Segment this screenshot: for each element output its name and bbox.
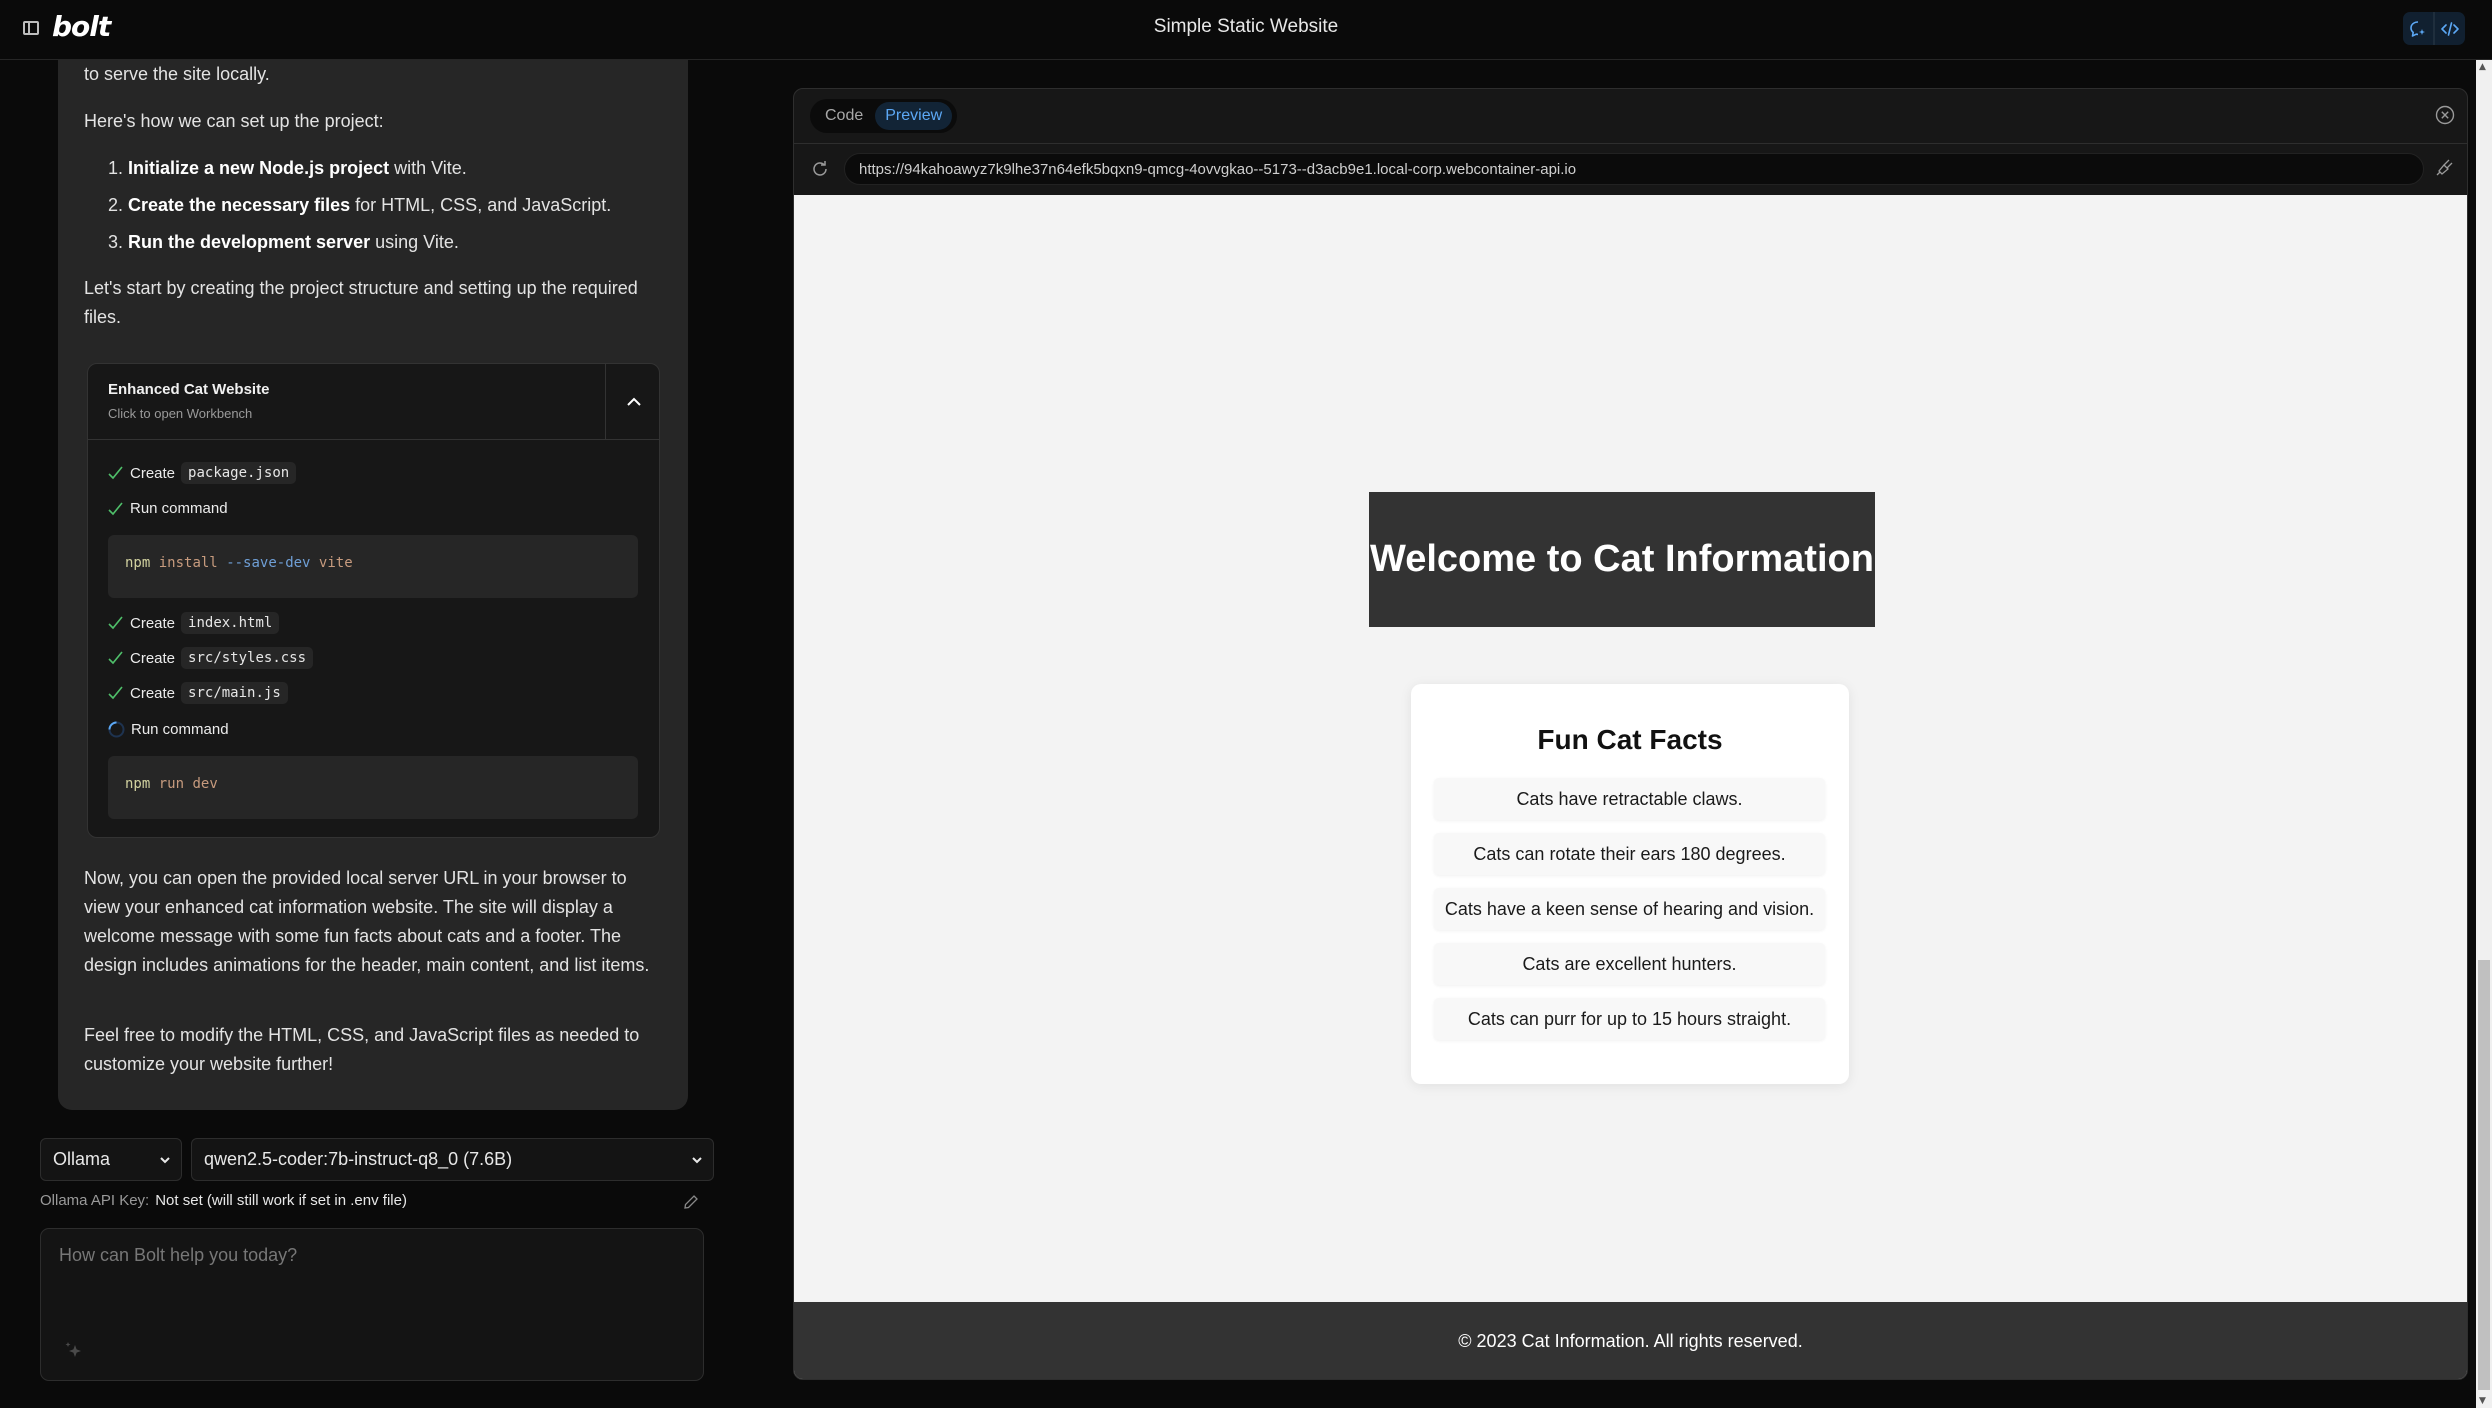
- command-block: npm install --save-dev vite: [108, 535, 638, 598]
- action-item: Create package.json: [108, 462, 297, 484]
- collapse-actions-button[interactable]: [605, 364, 659, 440]
- tab-preview[interactable]: Preview: [875, 102, 953, 130]
- message-paragraph: Feel free to modify the HTML, CSS, and J…: [84, 1025, 640, 1074]
- scroll-up-arrow[interactable]: ▲: [2479, 62, 2486, 72]
- model-select[interactable]: qwen2.5-coder:7b-instruct-q8_0 (7.6B): [191, 1138, 714, 1181]
- preview-frame: Welcome to Cat Information Fun Cat Facts…: [794, 195, 2467, 1379]
- message-paragraph: Now, you can open the provided local ser…: [84, 868, 650, 975]
- workbench-panel: Code Preview Welcome to Cat Information …: [793, 88, 2468, 1380]
- url-input[interactable]: [844, 153, 2424, 185]
- close-circle-icon: [2435, 105, 2455, 125]
- prompt-box: [40, 1228, 704, 1381]
- step-item: 2. Create the necessary files for HTML, …: [108, 195, 612, 215]
- api-key-value: Not set (will still work if set in .env …: [155, 1192, 407, 1209]
- fact-item: Cats can rotate their ears 180 degrees.: [1434, 833, 1825, 875]
- chat-view-button[interactable]: [2403, 12, 2433, 45]
- fact-item: Cats can purr for up to 15 hours straigh…: [1434, 998, 1825, 1040]
- check-icon: [108, 686, 123, 700]
- provider-select[interactable]: Ollama: [40, 1138, 182, 1181]
- spinner-icon: [108, 721, 125, 738]
- command-block: npm run dev: [108, 756, 638, 819]
- steps-list: 1. Initialize a new Node.js project with…: [108, 158, 611, 269]
- prompt-input[interactable]: [41, 1229, 703, 1339]
- facts-title: Fun Cat Facts: [1537, 724, 1723, 755]
- enhance-prompt-button[interactable]: [63, 1339, 85, 1365]
- code-view-button[interactable]: [2433, 12, 2465, 45]
- reload-icon: [813, 161, 827, 176]
- plug-icon: [2436, 159, 2453, 176]
- artifact-subtitle: Click to open Workbench: [108, 406, 253, 421]
- view-toggle: [2403, 12, 2465, 45]
- check-icon: [108, 501, 123, 515]
- api-key-status: Ollama API Key: Not set (will still work …: [40, 1192, 407, 1209]
- facts-card: Fun Cat Facts Cats have retractable claw…: [1411, 684, 1849, 1084]
- action-item: Create src/main.js: [108, 682, 288, 704]
- action-item: Create index.html: [108, 612, 280, 634]
- workbench-tabs: Code Preview: [794, 89, 2467, 144]
- action-item: Run command: [108, 500, 228, 517]
- fact-item: Cats have a keen sense of hearing and vi…: [1434, 888, 1825, 930]
- message-paragraph: Let's start by creating the project stru…: [84, 278, 638, 327]
- message-paragraph: Here's how we can set up the project:: [84, 111, 384, 131]
- artifact-card: Enhanced Cat Website Click to open Workb…: [87, 363, 660, 838]
- file-path: package.json: [181, 462, 297, 484]
- chevron-down-icon: [692, 1157, 702, 1164]
- port-connection-button[interactable]: [2435, 157, 2455, 181]
- code-brackets-icon: [2441, 21, 2459, 36]
- page-scrollbar[interactable]: ▲ ▼: [2476, 60, 2492, 1408]
- close-workbench-button[interactable]: [2435, 105, 2455, 129]
- artifact-title: Enhanced Cat Website: [108, 381, 270, 398]
- file-path: src/styles.css: [181, 647, 314, 669]
- message-paragraph: to serve the site locally.: [84, 64, 270, 84]
- address-bar: [794, 143, 2467, 196]
- fact-item: Cats have retractable claws.: [1434, 778, 1825, 820]
- scroll-down-arrow[interactable]: ▼: [2479, 1396, 2486, 1406]
- step-item: 1. Initialize a new Node.js project with…: [108, 158, 467, 178]
- tab-code[interactable]: Code: [815, 102, 873, 130]
- api-key-label: Ollama API Key:: [40, 1192, 150, 1209]
- top-bar: bolt Simple Static Website: [0, 0, 2492, 60]
- action-item: Create src/styles.css: [108, 647, 314, 669]
- check-icon: [108, 616, 123, 630]
- file-path: src/main.js: [181, 682, 288, 704]
- edit-api-key-button[interactable]: [683, 1194, 699, 1214]
- check-icon: [108, 466, 123, 480]
- check-icon: [108, 651, 123, 665]
- pencil-icon: [684, 1195, 698, 1209]
- step-item: 3. Run the development server using Vite…: [108, 232, 459, 252]
- chevron-down-icon: [160, 1157, 170, 1164]
- scrollbar-thumb[interactable]: [2478, 960, 2490, 1390]
- action-item: Run command: [108, 721, 229, 738]
- project-title: Simple Static Website: [1153, 16, 1339, 37]
- site-footer: © 2023 Cat Information. All rights reser…: [794, 1302, 2467, 1379]
- file-path: index.html: [181, 612, 280, 634]
- reload-button[interactable]: [810, 159, 830, 183]
- chevron-up-icon: [627, 397, 641, 406]
- open-workbench-button[interactable]: Enhanced Cat Website Click to open Workb…: [88, 364, 606, 440]
- site-header: Welcome to Cat Information: [1369, 492, 1875, 627]
- sparkles-icon: [65, 1342, 81, 1357]
- fact-item: Cats are excellent hunters.: [1434, 943, 1825, 985]
- chat-sparkle-icon: [2410, 20, 2425, 37]
- tab-switcher: Code Preview: [810, 99, 958, 133]
